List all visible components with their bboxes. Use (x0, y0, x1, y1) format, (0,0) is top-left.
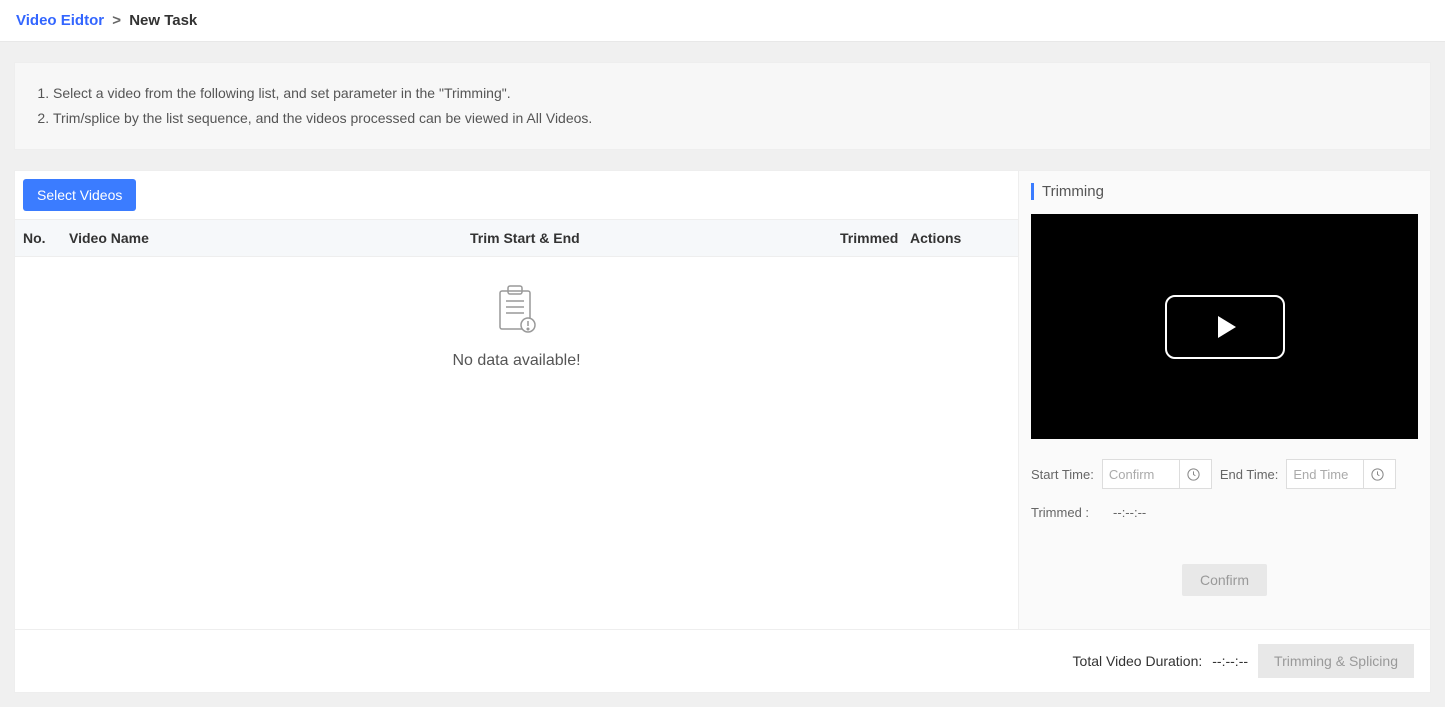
trimmed-value: --:--:-- (1113, 505, 1146, 520)
start-time-input[interactable] (1103, 467, 1179, 482)
instruction-item: Trim/splice by the list sequence, and th… (53, 106, 1410, 131)
video-list-panel: Select Videos No. Video Name Trim Start … (14, 170, 1019, 630)
confirm-button[interactable]: Confirm (1182, 564, 1267, 596)
table-header: No. Video Name Trim Start & End Trimmed … (15, 219, 1018, 257)
empty-state: No data available! (15, 257, 1018, 629)
clipboard-alert-icon (497, 285, 537, 338)
play-button[interactable] (1165, 295, 1285, 359)
empty-state-text: No data available! (452, 352, 580, 370)
column-trimmed: Trimmed (840, 230, 910, 246)
trimmed-label: Trimmed : (1031, 505, 1089, 520)
end-time-input[interactable] (1287, 467, 1363, 482)
clock-icon[interactable] (1363, 460, 1391, 488)
trimming-splicing-button[interactable]: Trimming & Splicing (1258, 644, 1414, 678)
instructions-panel: Select a video from the following list, … (14, 62, 1431, 150)
breadcrumb-root-link[interactable]: Video Eidtor (16, 12, 104, 29)
trimming-title: Trimming (1031, 183, 1418, 200)
column-video-name: Video Name (69, 230, 470, 246)
play-icon (1218, 316, 1236, 338)
breadcrumb-current: New Task (129, 12, 197, 29)
instruction-item: Select a video from the following list, … (53, 81, 1410, 106)
breadcrumb-separator: > (112, 12, 121, 29)
total-duration-value: --:--:-- (1212, 653, 1248, 669)
video-preview (1031, 214, 1418, 439)
start-time-field[interactable] (1102, 459, 1212, 489)
column-trim-start-end: Trim Start & End (470, 230, 840, 246)
end-time-field[interactable] (1286, 459, 1396, 489)
breadcrumb: Video Eidtor > New Task (0, 0, 1445, 42)
total-duration-label: Total Video Duration: (1073, 653, 1203, 669)
select-videos-button[interactable]: Select Videos (23, 179, 136, 211)
footer-bar: Total Video Duration: --:--:-- Trimming … (14, 630, 1431, 693)
column-actions: Actions (910, 230, 1010, 246)
column-no: No. (23, 230, 69, 246)
end-time-label: End Time: (1220, 467, 1279, 482)
start-time-label: Start Time: (1031, 467, 1094, 482)
clock-icon[interactable] (1179, 460, 1207, 488)
trimming-panel: Trimming Start Time: End Time: (1019, 170, 1431, 630)
